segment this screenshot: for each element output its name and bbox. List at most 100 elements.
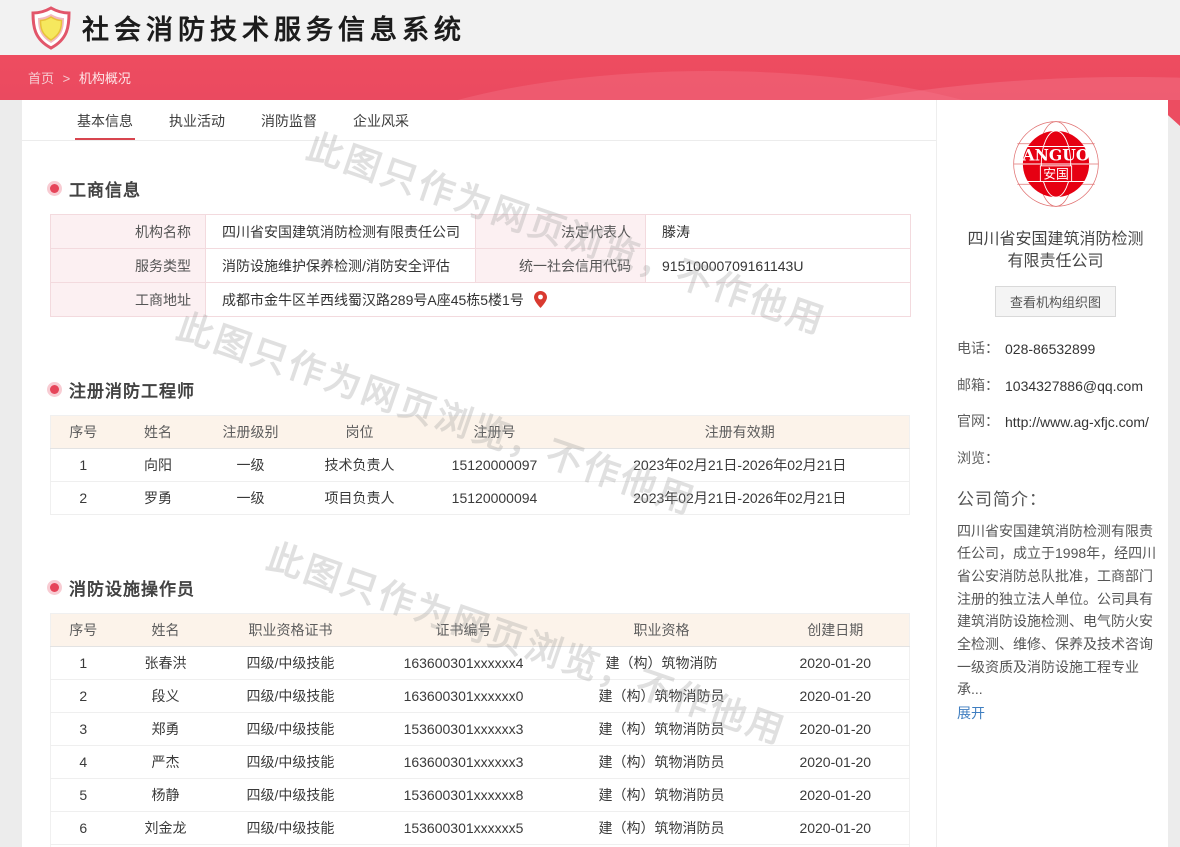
app-header: 社会消防技术服务信息系统 [0, 0, 1180, 55]
column-header: 序号 [51, 614, 116, 647]
section-header: 注册消防工程师 [50, 377, 936, 402]
page: 社会消防技术服务信息系统 首页 > 机构概况 基本信息 执业活动 消防监督 企业… [0, 0, 1180, 847]
table-cell: 4 [51, 746, 116, 779]
address-text: 成都市金牛区羊西线蜀汉路289号A座45栋5楼1号 [222, 290, 524, 310]
expand-link[interactable]: 展开 [957, 703, 985, 723]
table-cell: 四级/中级技能 [216, 746, 366, 779]
field-value: 滕涛 [646, 215, 911, 249]
table-cell: 刘金龙 [116, 812, 216, 845]
table-cell: 2023年02月21日-2026年02月21日 [571, 482, 910, 515]
table-cell: 2 [51, 482, 116, 515]
section-bullet-icon [50, 385, 59, 394]
table-cell: 15120000094 [419, 482, 571, 515]
field-value: 四川省安国建筑消防检测有限责任公司 [206, 215, 476, 249]
table-cell: 3 [51, 713, 116, 746]
column-header: 证书编号 [366, 614, 562, 647]
tab-basic-info[interactable]: 基本信息 [75, 100, 135, 140]
table-cell: 杨静 [116, 779, 216, 812]
shield-logo-icon [30, 6, 72, 50]
table-cell: 建（构）筑物消防 [562, 647, 762, 680]
tab-fire-supervision[interactable]: 消防监督 [259, 100, 319, 140]
contact-phone: 电话： 028-86532899 [957, 339, 1154, 363]
field-value: 成都市金牛区羊西线蜀汉路289号A座45栋5楼1号 [206, 283, 911, 317]
table-cell: 6 [51, 812, 116, 845]
table-cell: 一级 [201, 482, 301, 515]
view-org-chart-button[interactable]: 查看机构组织图 [995, 286, 1116, 317]
company-name: 四川省安国建筑消防检测有限责任公司 [957, 229, 1154, 272]
app-title: 社会消防技术服务信息系统 [82, 8, 466, 47]
table-cell: 郑勇 [116, 713, 216, 746]
table-cell: 建（构）筑物消防员 [562, 746, 762, 779]
table-row: 6刘金龙四级/中级技能153600301xxxxxx5建（构）筑物消防员2020… [51, 812, 910, 845]
field-value: 消防设施维护保养检测/消防安全评估 [206, 249, 476, 283]
business-info-table: 机构名称 四川省安国建筑消防检测有限责任公司 法定代表人 滕涛 服务类型 消防设… [50, 214, 911, 317]
company-profile-text: 四川省安国建筑消防检测有限责任公司，成立于1998年，经四川省公安消防总队批准，… [957, 520, 1162, 701]
table-row: 服务类型 消防设施维护保养检测/消防安全评估 统一社会信用代码 91510000… [51, 249, 911, 283]
contact-label: 官网： [957, 412, 1005, 436]
section-header: 工商信息 [50, 176, 936, 201]
table-row: 工商地址 成都市金牛区羊西线蜀汉路289号A座45栋5楼1号 [51, 283, 911, 317]
table-cell: 2023年02月21日-2026年02月21日 [571, 449, 910, 482]
table-cell: 技术负责人 [301, 449, 419, 482]
table-cell: 2020-01-20 [762, 647, 910, 680]
table-cell: 163600301xxxxxx4 [366, 647, 562, 680]
table-cell: 四级/中级技能 [216, 779, 366, 812]
contact-list: 电话： 028-86532899 邮箱： 1034327886@qq.com 官… [957, 339, 1154, 468]
map-pin-icon[interactable] [534, 291, 547, 308]
table-cell: 2020-01-20 [762, 713, 910, 746]
contact-label: 邮箱： [957, 376, 1005, 400]
table-cell: 一级 [201, 449, 301, 482]
table-cell: 建（构）筑物消防员 [562, 680, 762, 713]
table-cell: 四级/中级技能 [216, 647, 366, 680]
table-cell: 罗勇 [116, 482, 201, 515]
table-cell: 向阳 [116, 449, 201, 482]
contact-label: 电话： [957, 339, 1005, 363]
section-engineers: 注册消防工程师 序号姓名注册级别岗位注册号注册有效期 1向阳一级技术负责人151… [22, 377, 936, 515]
field-label: 机构名称 [51, 215, 206, 249]
contact-value: http://www.ag-xfjc.com/ [1005, 409, 1154, 436]
contact-label: 浏览： [957, 449, 1005, 469]
table-header-row: 序号姓名注册级别岗位注册号注册有效期 [51, 416, 910, 449]
table-cell: 163600301xxxxxx0 [366, 680, 562, 713]
table-cell: 153600301xxxxxx3 [366, 713, 562, 746]
svg-text:ANGUO: ANGUO [1021, 145, 1089, 164]
table-cell: 严杰 [116, 746, 216, 779]
table-cell: 项目负责人 [301, 482, 419, 515]
table-cell: 2020-01-20 [762, 746, 910, 779]
main-content: 基本信息 执业活动 消防监督 企业风采 工商信息 机构名称 四川省安国建筑消防检… [22, 100, 936, 847]
company-sidebar: ANGUO 安国 四川省安国建筑消防检测有限责任公司 查看机构组织图 电话： 0… [936, 100, 1168, 847]
section-title: 注册消防工程师 [69, 377, 195, 402]
tab-practice-activity[interactable]: 执业活动 [167, 100, 227, 140]
svg-text:安国: 安国 [1043, 167, 1069, 182]
table-cell: 建（构）筑物消防员 [562, 779, 762, 812]
contact-website: 官网： http://www.ag-xfjc.com/ [957, 412, 1154, 436]
table-cell: 153600301xxxxxx8 [366, 779, 562, 812]
table-cell: 四级/中级技能 [216, 680, 366, 713]
section-bullet-icon [50, 583, 59, 592]
breadcrumb-current: 机构概况 [79, 71, 131, 86]
table-cell: 四级/中级技能 [216, 812, 366, 845]
breadcrumb-separator: > [63, 71, 71, 86]
section-title: 工商信息 [69, 176, 141, 201]
table-header-row: 序号姓名职业资格证书证书编号职业资格创建日期 [51, 614, 910, 647]
column-header: 注册有效期 [571, 416, 910, 449]
tab-enterprise-showcase[interactable]: 企业风采 [351, 100, 411, 140]
table-cell: 2020-01-20 [762, 680, 910, 713]
table-cell: 5 [51, 779, 116, 812]
table-row: 1向阳一级技术负责人151200000972023年02月21日-2026年02… [51, 449, 910, 482]
table-cell: 1 [51, 449, 116, 482]
field-label: 服务类型 [51, 249, 206, 283]
table-row: 4严杰四级/中级技能163600301xxxxxx3建（构）筑物消防员2020-… [51, 746, 910, 779]
table-cell: 2020-01-20 [762, 812, 910, 845]
table-cell: 张春洪 [116, 647, 216, 680]
contact-value [1005, 446, 1154, 469]
field-label: 工商地址 [51, 283, 206, 317]
table-cell: 2020-01-20 [762, 779, 910, 812]
table-row: 3郑勇四级/中级技能153600301xxxxxx3建（构）筑物消防员2020-… [51, 713, 910, 746]
column-header: 姓名 [116, 416, 201, 449]
table-cell: 163600301xxxxxx3 [366, 746, 562, 779]
breadcrumb-home-link[interactable]: 首页 [28, 71, 54, 86]
table-cell: 段义 [116, 680, 216, 713]
contact-value: 1034327886@qq.com [1005, 373, 1154, 400]
column-header: 注册号 [419, 416, 571, 449]
